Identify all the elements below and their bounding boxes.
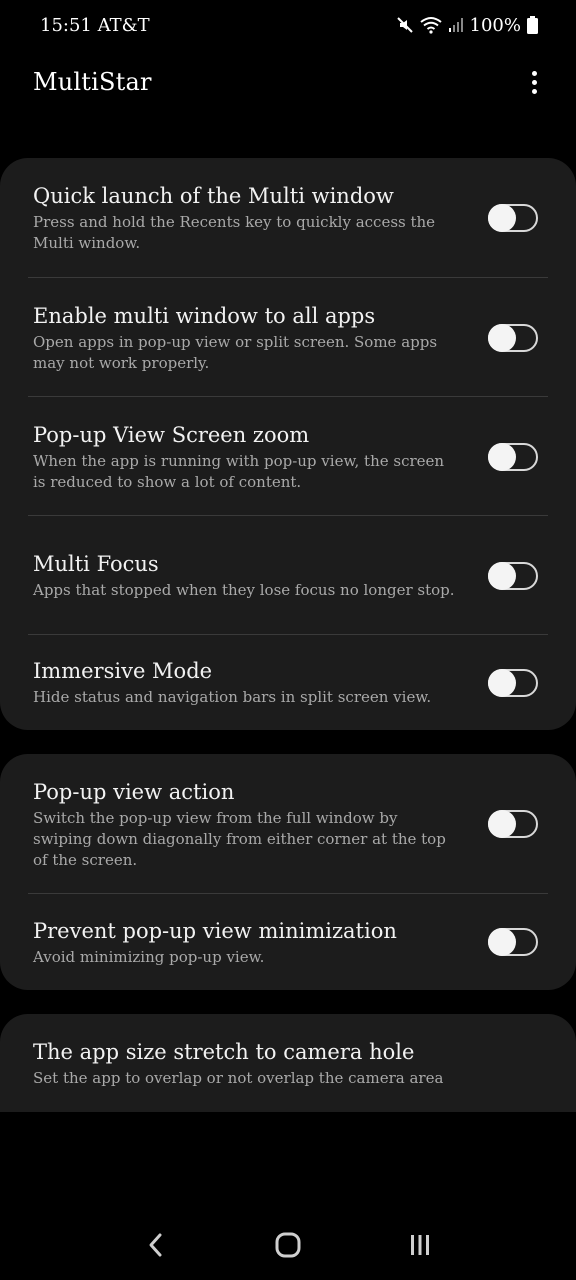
setting-title: Quick launch of the Multi window: [33, 184, 394, 208]
setting-camera-hole-stretch[interactable]: The app size stretch to camera hole Set …: [0, 1014, 576, 1112]
setting-quick-launch[interactable]: Quick launch of the Multi window Press a…: [0, 158, 576, 278]
setting-description: Hide status and navigation bars in split…: [33, 688, 432, 706]
setting-title: Multi Focus: [33, 552, 159, 576]
home-icon: [275, 1232, 301, 1258]
more-vert-dot: [531, 88, 537, 94]
settings-card-popup: Pop-up view action Switch the pop-up vie…: [0, 754, 576, 990]
battery-label: 100%: [469, 14, 521, 36]
status-icons: 100%: [396, 15, 538, 36]
more-vert-dot: [531, 79, 537, 85]
setting-description: Apps that stopped when they lose focus n…: [33, 581, 455, 599]
status-time-carrier: 15:51 AT&T: [40, 14, 150, 36]
setting-description: Set the app to overlap or not overlap th…: [33, 1068, 444, 1087]
setting-description: Avoid minimizing pop-up view.: [33, 947, 265, 966]
setting-title: The app size stretch to camera hole: [33, 1039, 415, 1064]
toggle-knob: [488, 561, 516, 590]
setting-popup-screen-zoom[interactable]: Pop-up View Screen zoom When the app is …: [0, 397, 576, 516]
battery-icon: [527, 16, 538, 34]
wifi-icon: [419, 16, 442, 34]
quick-launch-toggle[interactable]: [488, 204, 538, 232]
setting-prevent-popup-minimization[interactable]: Prevent pop-up view minimization Avoid m…: [0, 894, 576, 990]
page-title: MultiStar: [33, 68, 152, 96]
mute-icon: [396, 16, 414, 34]
screen: 15:51 AT&T 100% MultiStar Quick launch o…: [0, 0, 576, 1280]
toggle-knob: [488, 810, 516, 838]
multi-window-all-apps-toggle[interactable]: [488, 323, 538, 352]
more-vert-icon: [531, 70, 537, 76]
popup-view-action-toggle[interactable]: [488, 810, 538, 838]
setting-description: Switch the pop-up view from the full win…: [33, 808, 446, 869]
more-options-button[interactable]: [522, 62, 546, 102]
setting-popup-view-action[interactable]: Pop-up view action Switch the pop-up vie…: [0, 754, 576, 894]
setting-title: Immersive Mode: [33, 659, 213, 683]
toggle-knob: [488, 323, 516, 352]
status-bar: 15:51 AT&T 100%: [0, 0, 576, 50]
back-button[interactable]: [126, 1220, 186, 1270]
toggle-knob: [488, 928, 516, 956]
popup-screen-zoom-toggle[interactable]: [488, 442, 538, 471]
setting-multi-focus[interactable]: Multi Focus Apps that stopped when they …: [0, 516, 576, 635]
settings-card-camera: The app size stretch to camera hole Set …: [0, 1014, 576, 1112]
setting-description: Press and hold the Recents key to quickl…: [33, 213, 436, 252]
setting-title: Pop-up view action: [33, 779, 235, 804]
toggle-knob: [488, 204, 516, 232]
navigation-bar: [0, 1210, 576, 1280]
home-button[interactable]: [258, 1220, 318, 1270]
recents-icon: [411, 1235, 429, 1255]
setting-title: Pop-up View Screen zoom: [33, 422, 310, 447]
setting-description: When the app is running with pop-up view…: [33, 451, 445, 491]
back-icon: [149, 1233, 162, 1257]
multi-focus-toggle[interactable]: [488, 561, 538, 590]
signal-icon: [448, 17, 464, 33]
immersive-mode-toggle[interactable]: [488, 668, 538, 697]
toggle-knob: [488, 442, 516, 471]
setting-title: Prevent pop-up view minimization: [33, 918, 397, 943]
recents-button[interactable]: [390, 1220, 450, 1270]
toggle-knob: [488, 668, 516, 697]
setting-immersive-mode[interactable]: Immersive Mode Hide status and navigatio…: [0, 635, 576, 730]
app-bar: MultiStar: [0, 52, 576, 112]
setting-description: Open apps in pop-up view or split screen…: [33, 332, 438, 372]
setting-title: Enable multi window to all apps: [33, 303, 376, 328]
setting-multi-window-all-apps[interactable]: Enable multi window to all apps Open app…: [0, 278, 576, 397]
prevent-popup-minimization-toggle[interactable]: [488, 928, 538, 956]
settings-card-general: Quick launch of the Multi window Press a…: [0, 158, 576, 730]
